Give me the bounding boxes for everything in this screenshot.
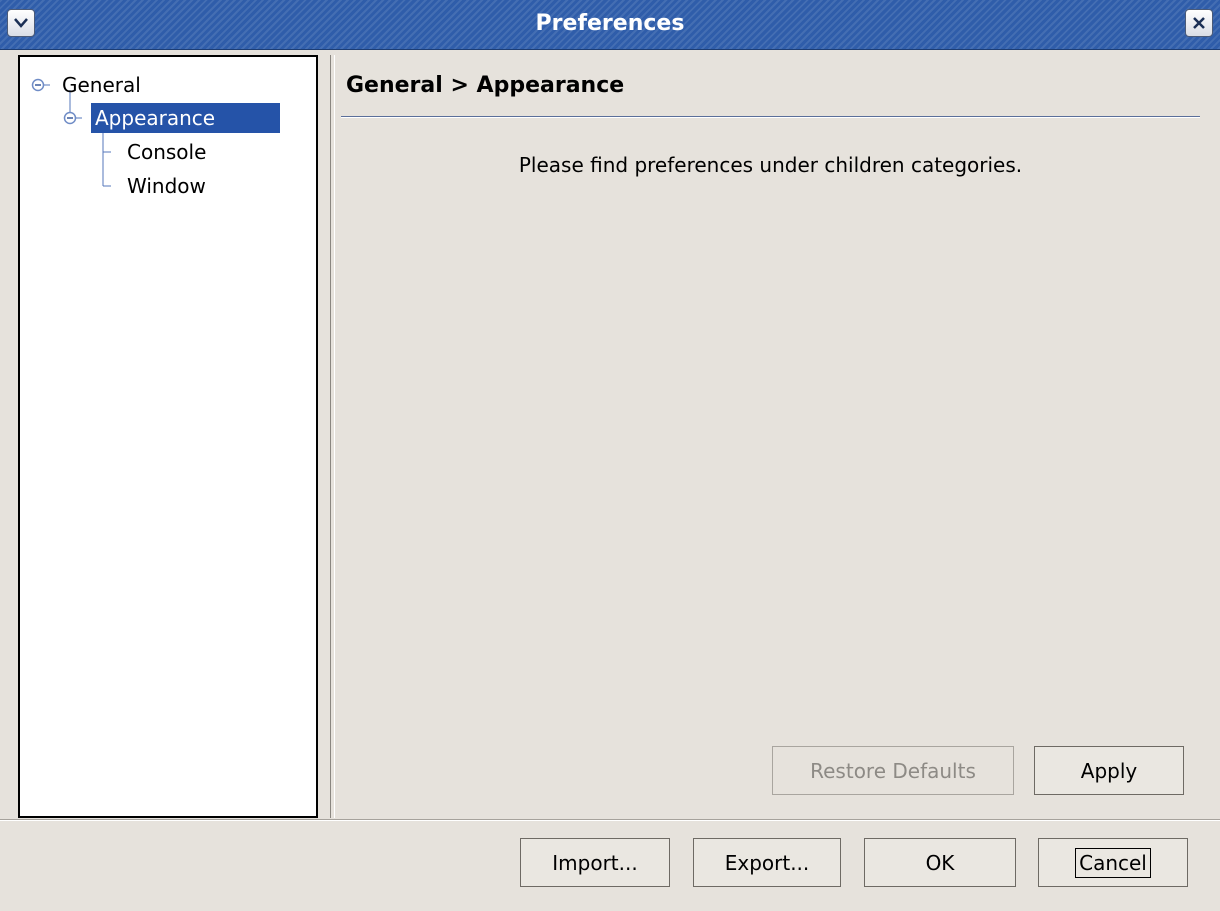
export-button[interactable]: Export...	[693, 838, 841, 887]
apply-button[interactable]: Apply	[1034, 746, 1184, 795]
apply-label: Apply	[1080, 758, 1138, 783]
cancel-label: Cancel	[1075, 847, 1151, 878]
panel-splitter[interactable]	[330, 55, 335, 818]
import-button[interactable]: Import...	[520, 838, 670, 887]
restore-defaults-label: Restore Defaults	[810, 758, 976, 783]
restore-defaults-button[interactable]: Restore Defaults	[772, 746, 1014, 795]
header-divider	[341, 116, 1200, 118]
page-title: General > Appearance	[346, 73, 625, 98]
footer-divider	[0, 819, 1220, 821]
cancel-button[interactable]: Cancel	[1038, 838, 1188, 887]
ok-label: OK	[925, 850, 955, 875]
close-icon	[1193, 17, 1205, 29]
export-label: Export...	[724, 850, 810, 875]
page-message: Please find preferences under children c…	[518, 153, 1023, 177]
collapse-icon[interactable]	[31, 78, 45, 92]
preference-tree[interactable]: General Appearance Console Window	[18, 55, 318, 818]
title-bar: Preferences	[0, 0, 1220, 50]
tree-item-label: Appearance	[91, 103, 280, 133]
tree-item-label: Console	[127, 140, 207, 164]
collapse-icon[interactable]	[63, 111, 77, 125]
window-close-button[interactable]	[1185, 9, 1213, 37]
window-title: Preferences	[535, 11, 685, 36]
ok-button[interactable]: OK	[864, 838, 1016, 887]
tree-item-label: General	[62, 73, 141, 97]
import-label: Import...	[552, 850, 638, 875]
tree-item-label: Window	[127, 174, 206, 198]
